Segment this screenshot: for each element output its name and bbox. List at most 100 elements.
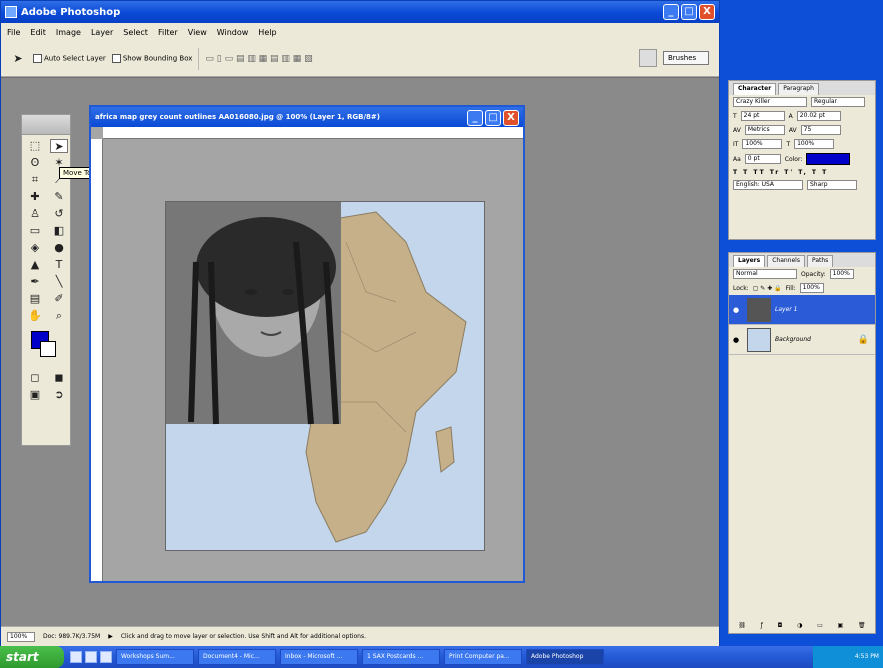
eye-icon[interactable]: ● [733, 306, 743, 314]
doc-minimize-button[interactable]: _ [467, 110, 483, 126]
vertical-scale-field[interactable]: 100% [742, 139, 783, 149]
zoom-tool-icon[interactable]: ⌕ [50, 309, 68, 323]
tracking-field[interactable]: 75 [800, 125, 841, 135]
taskbar-item[interactable]: Document4 - Mic... [198, 649, 276, 665]
menu-edit[interactable]: Edit [30, 28, 46, 37]
text-style-buttons[interactable]: T T TT Tr T' T, T T [729, 167, 875, 178]
leading-field[interactable]: 20.02 pt [796, 111, 841, 121]
brush-tool-icon[interactable]: ✎ [50, 190, 68, 204]
menu-select[interactable]: Select [123, 28, 148, 37]
new-group-icon[interactable]: ▭ [817, 622, 823, 629]
lasso-tool-icon[interactable]: ʘ [26, 156, 44, 170]
layer-style-icon[interactable]: ƒ [761, 622, 763, 629]
type-tool-icon[interactable]: T [50, 258, 68, 272]
marquee-tool-icon[interactable]: ⬚ [26, 139, 44, 153]
baseline-field[interactable]: 0 pt [744, 154, 781, 164]
restore-button[interactable]: □ [681, 4, 697, 20]
vertical-ruler[interactable] [91, 139, 103, 581]
menu-help[interactable]: Help [258, 28, 276, 37]
doc-maximize-button[interactable]: □ [485, 110, 501, 126]
trash-icon[interactable]: 🗑 [858, 622, 866, 629]
horizontal-ruler[interactable] [103, 127, 523, 139]
fill-field[interactable]: 100% [799, 283, 824, 293]
print-icon[interactable] [639, 49, 657, 67]
font-style-select[interactable]: Regular [811, 97, 865, 107]
blur-tool-icon[interactable]: ◈ [26, 241, 44, 255]
dodge-tool-icon[interactable]: ● [50, 241, 68, 255]
tab-channels[interactable]: Channels [767, 255, 805, 267]
align-buttons[interactable]: ▭ ▯ ▭ ▤ ▥ ▦ ▤ ▥ ▦ ▧ [205, 54, 312, 64]
status-arrow-icon[interactable]: ▶ [108, 633, 113, 640]
start-button[interactable]: start [0, 646, 64, 668]
hand-tool-icon[interactable]: ✋ [26, 309, 44, 323]
taskbar-item[interactable]: Print Computer pa... [444, 649, 522, 665]
menu-file[interactable]: File [7, 28, 20, 37]
path-selection-tool-icon[interactable]: ▲ [26, 258, 44, 272]
canvas[interactable] [103, 139, 523, 581]
taskbar-item-photoshop[interactable]: Adobe Photoshop [526, 649, 604, 665]
eye-icon[interactable]: ● [733, 336, 743, 344]
taskbar-item[interactable]: Workshops Sum... [116, 649, 194, 665]
move-tool-preset-icon[interactable]: ➤ [9, 52, 27, 66]
bounding-box-checkbox[interactable] [111, 54, 121, 63]
font-size-field[interactable]: 24 pt [740, 111, 785, 121]
text-color-swatch[interactable] [806, 153, 851, 165]
standard-mode-icon[interactable]: ◻ [26, 371, 44, 385]
lock-icons[interactable]: ▢ ✎ ✚ 🔒 [753, 285, 782, 292]
line-tool-icon[interactable]: ╲ [50, 275, 68, 289]
minimize-button[interactable]: _ [663, 4, 679, 20]
brushes-tab[interactable]: Brushes [663, 51, 709, 65]
kerning-field[interactable]: Metrics [744, 125, 785, 135]
zoom-field[interactable]: 100% [7, 631, 35, 642]
taskbar-item[interactable]: 1 SAX Postcards ... [362, 649, 440, 665]
doc-size[interactable]: Doc: 989.7K/3.75M [43, 633, 100, 640]
background-color-swatch[interactable] [40, 341, 56, 357]
horizontal-scale-field[interactable]: 100% [794, 139, 835, 149]
mask-icon[interactable]: ◘ [778, 622, 783, 629]
notes-tool-icon[interactable]: ▤ [26, 292, 44, 306]
clock[interactable]: 4:53 PM [855, 653, 879, 660]
healing-brush-tool-icon[interactable]: ✚ [26, 190, 44, 204]
tab-paragraph[interactable]: Paragraph [778, 83, 819, 95]
menu-view[interactable]: View [188, 28, 207, 37]
menu-image[interactable]: Image [56, 28, 81, 37]
bounding-box-option[interactable]: Show Bounding Box [111, 54, 192, 63]
menu-window[interactable]: Window [217, 28, 249, 37]
screen-mode-icon[interactable]: ▣ [26, 388, 44, 402]
tab-layers[interactable]: Layers [733, 255, 766, 267]
language-select[interactable]: English: USA [733, 180, 803, 190]
history-brush-tool-icon[interactable]: ↺ [50, 207, 68, 221]
tab-paths[interactable]: Paths [806, 255, 834, 267]
layer-row[interactable]: ● Layer 1 [729, 295, 875, 325]
explorer-icon[interactable] [85, 651, 97, 663]
new-layer-icon[interactable]: ▣ [838, 622, 844, 629]
menu-filter[interactable]: Filter [158, 28, 178, 37]
africa-map-image[interactable] [165, 201, 485, 551]
eraser-tool-icon[interactable]: ▭ [26, 224, 44, 238]
gradient-tool-icon[interactable]: ◧ [50, 224, 68, 238]
opacity-field[interactable]: 100% [829, 269, 854, 279]
eyedropper-tool-icon[interactable]: ✐ [50, 292, 68, 306]
adjustment-layer-icon[interactable]: ◑ [797, 622, 802, 629]
font-family-select[interactable]: Crazy Killer [733, 97, 807, 107]
outlook-icon[interactable] [100, 651, 112, 663]
auto-select-checkbox[interactable] [33, 54, 42, 63]
move-tool-icon[interactable]: ➤ [50, 139, 68, 153]
blend-mode-select[interactable]: Normal [733, 269, 797, 279]
quickmask-mode-icon[interactable]: ◼ [50, 371, 68, 385]
tab-character[interactable]: Character [733, 83, 777, 95]
stamp-tool-icon[interactable]: ♙ [26, 207, 44, 221]
menu-layer[interactable]: Layer [91, 28, 113, 37]
pen-tool-icon[interactable]: ✒ [26, 275, 44, 289]
document-titlebar[interactable]: africa map grey count outlines AA016080.… [91, 107, 523, 127]
ie-icon[interactable] [70, 651, 82, 663]
crop-tool-icon[interactable]: ⌗ [26, 173, 44, 187]
link-layers-icon[interactable]: ⛓ [738, 622, 746, 629]
layer-row[interactable]: ● Background 🔒 [729, 325, 875, 355]
taskbar-item[interactable]: Inbox - Microsoft ... [280, 649, 358, 665]
doc-close-button[interactable]: X [503, 110, 519, 126]
window-titlebar[interactable]: Adobe Photoshop _ □ X [1, 1, 719, 23]
close-button[interactable]: X [699, 4, 715, 20]
toolbox-header[interactable] [22, 115, 70, 135]
antialias-select[interactable]: Sharp [807, 180, 857, 190]
